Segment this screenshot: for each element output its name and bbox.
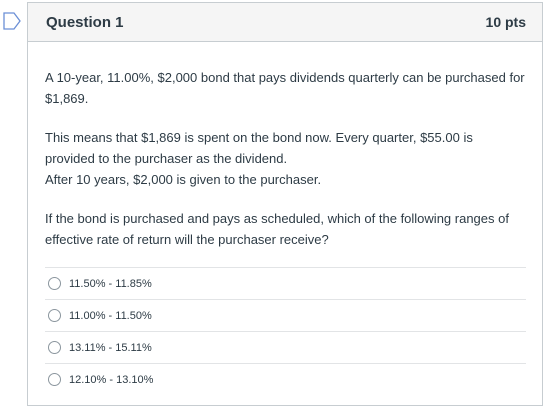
question-card: Question 1 10 pts A 10-year, 11.00%, $2,…	[27, 2, 543, 406]
answer-option[interactable]: 12.10% - 13.10%	[45, 363, 526, 395]
answer-label: 11.00% - 11.50%	[69, 309, 152, 322]
flag-question-icon[interactable]	[2, 10, 22, 32]
question-paragraph-3: If the bond is purchased and pays as sch…	[45, 211, 509, 247]
answer-label: 11.50% - 11.85%	[69, 277, 152, 290]
answer-label: 12.10% - 13.10%	[69, 373, 154, 386]
answer-option[interactable]: 13.11% - 15.11%	[45, 331, 526, 363]
answer-list: 11.50% - 11.85% 11.00% - 11.50% 13.11% -…	[45, 267, 526, 395]
question-paragraph-2: This means that $1,869 is spent on the b…	[45, 130, 473, 166]
radio-button[interactable]	[48, 341, 61, 354]
answer-option[interactable]: 11.50% - 11.85%	[45, 267, 526, 299]
answer-label: 13.11% - 15.11%	[69, 341, 152, 354]
question-title: Question 1	[46, 13, 124, 31]
question-paragraph-2b: After 10 years, $2,000 is given to the p…	[45, 172, 322, 187]
question-text: A 10-year, 11.00%, $2,000 bond that pays…	[28, 42, 542, 250]
answer-option[interactable]: 11.00% - 11.50%	[45, 299, 526, 331]
radio-button[interactable]	[48, 309, 61, 322]
question-header: Question 1 10 pts	[28, 3, 542, 42]
radio-button[interactable]	[48, 373, 61, 386]
radio-button[interactable]	[48, 277, 61, 290]
question-points: 10 pts	[485, 14, 526, 30]
question-paragraph-1: A 10-year, 11.00%, $2,000 bond that pays…	[45, 70, 525, 106]
